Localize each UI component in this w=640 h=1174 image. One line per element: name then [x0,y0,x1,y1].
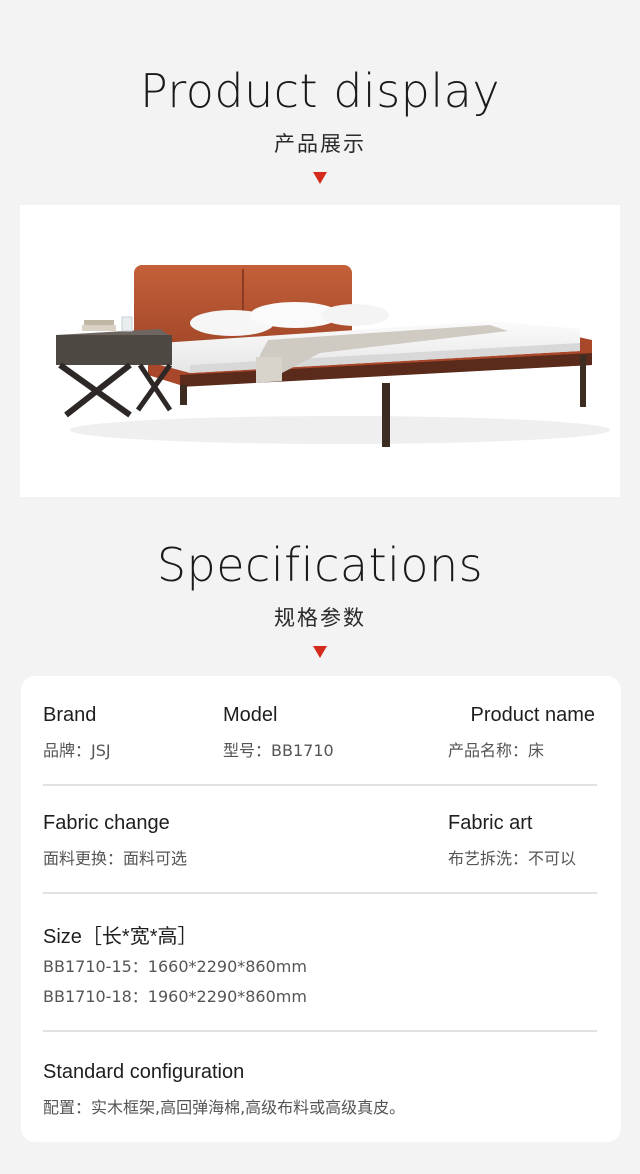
size-label: Size［长*宽*高］ [43,926,198,948]
fabric-change-value: 面料更换：面料可选 [43,849,188,868]
model-label: Model [223,704,278,726]
divider [43,1030,597,1032]
fabric-art-label: Fabric art [448,812,533,834]
config-label: Standard configuration [43,1061,245,1083]
specifications-title: Specifications [156,538,484,592]
model-value: 型号：BB1710 [223,741,334,760]
size-line: BB1710-18：1960*2290*860mm [43,987,307,1006]
size-line: BB1710-15：1660*2290*860mm [43,957,307,976]
brand-label: Brand [43,704,97,726]
product-display-title: Product display [139,64,501,118]
product-name-label: Product name [470,704,595,726]
specifications-subtitle: 规格参数 [274,606,366,630]
down-triangle-icon [313,646,327,658]
product-name-value: 产品名称：床 [448,741,545,760]
brand-value: 品牌：JSJ [43,741,111,760]
product-image [20,205,620,497]
fabric-art-value: 布艺拆洗：不可以 [448,849,577,868]
divider [43,892,597,894]
down-triangle-icon [313,172,327,184]
divider [43,784,597,786]
fabric-change-label: Fabric change [43,812,170,834]
product-display-subtitle: 产品展示 [274,132,366,156]
spec-card: Brand 品牌：JSJ Model 型号：BB1710 Product nam… [21,676,621,1142]
config-value: 配置：实木框架,高回弹海棉,高级布料或高级真皮。 [43,1098,406,1117]
bed-illustration [56,265,610,447]
